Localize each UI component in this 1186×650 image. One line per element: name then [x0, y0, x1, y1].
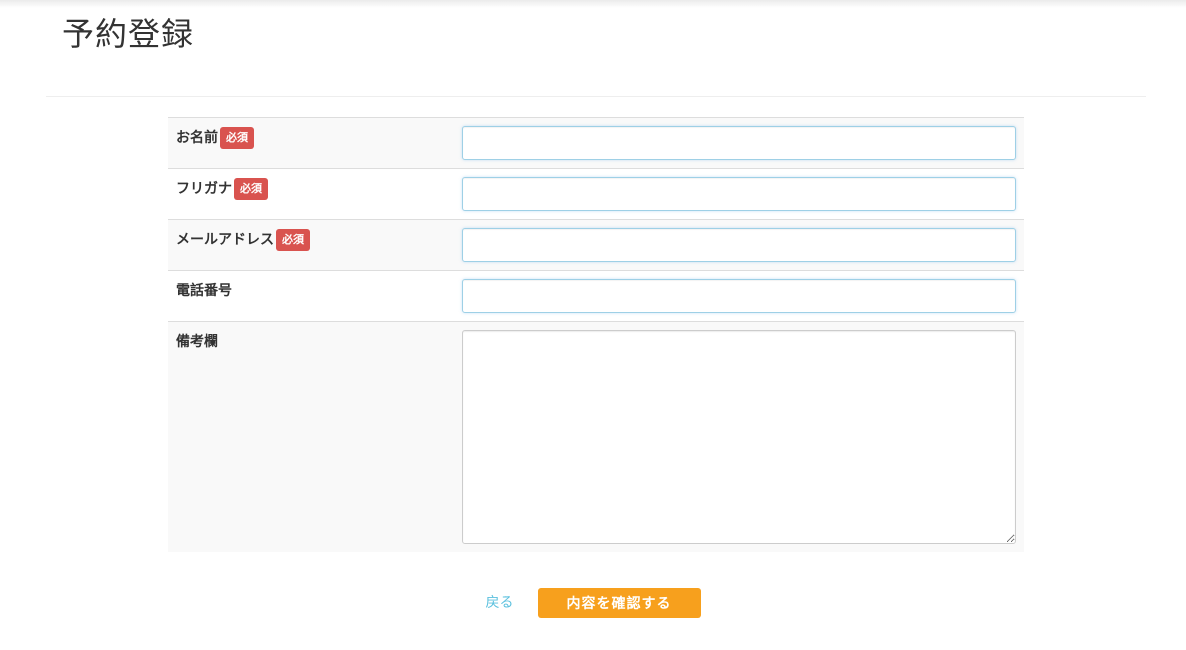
phone-input[interactable] [462, 279, 1016, 313]
furigana-label: フリガナ [176, 181, 232, 197]
page-title: 予約登録 [62, 15, 195, 53]
phone-label: 電話番号 [176, 283, 232, 299]
top-shadow [0, 0, 1186, 8]
form-row-email: メールアドレス 必須 [168, 220, 1024, 271]
notes-label: 備考欄 [176, 334, 218, 350]
field-input-cell [454, 220, 1024, 270]
confirm-button[interactable]: 内容を確認する [537, 588, 701, 618]
field-label-cell: フリガナ 必須 [168, 169, 454, 219]
name-label: お名前 [176, 130, 218, 146]
field-input-cell [454, 322, 1024, 552]
form-row-notes: 備考欄 [168, 322, 1024, 552]
form-actions: 戻る 内容を確認する [0, 588, 1186, 618]
furigana-input[interactable] [462, 177, 1016, 211]
field-label-cell: 備考欄 [168, 322, 454, 552]
form-row-name: お名前 必須 [168, 118, 1024, 169]
notes-textarea[interactable] [462, 330, 1016, 544]
email-label: メールアドレス [176, 232, 274, 248]
form-row-furigana: フリガナ 必須 [168, 169, 1024, 220]
required-badge: 必須 [220, 127, 254, 149]
field-input-cell [454, 169, 1024, 219]
back-link[interactable]: 戻る [486, 588, 514, 618]
field-label-cell: メールアドレス 必須 [168, 220, 454, 270]
field-label-cell: お名前 必須 [168, 118, 454, 168]
field-input-cell [454, 271, 1024, 321]
field-input-cell [454, 118, 1024, 168]
title-divider [46, 96, 1146, 97]
field-label-cell: 電話番号 [168, 271, 454, 321]
required-badge: 必須 [234, 178, 268, 200]
form-row-phone: 電話番号 [168, 271, 1024, 322]
name-input[interactable] [462, 126, 1016, 160]
required-badge: 必須 [276, 229, 310, 251]
email-input[interactable] [462, 228, 1016, 262]
reservation-form: お名前 必須 フリガナ 必須 メールアドレス 必須 電話番号 備考欄 [168, 117, 1024, 552]
